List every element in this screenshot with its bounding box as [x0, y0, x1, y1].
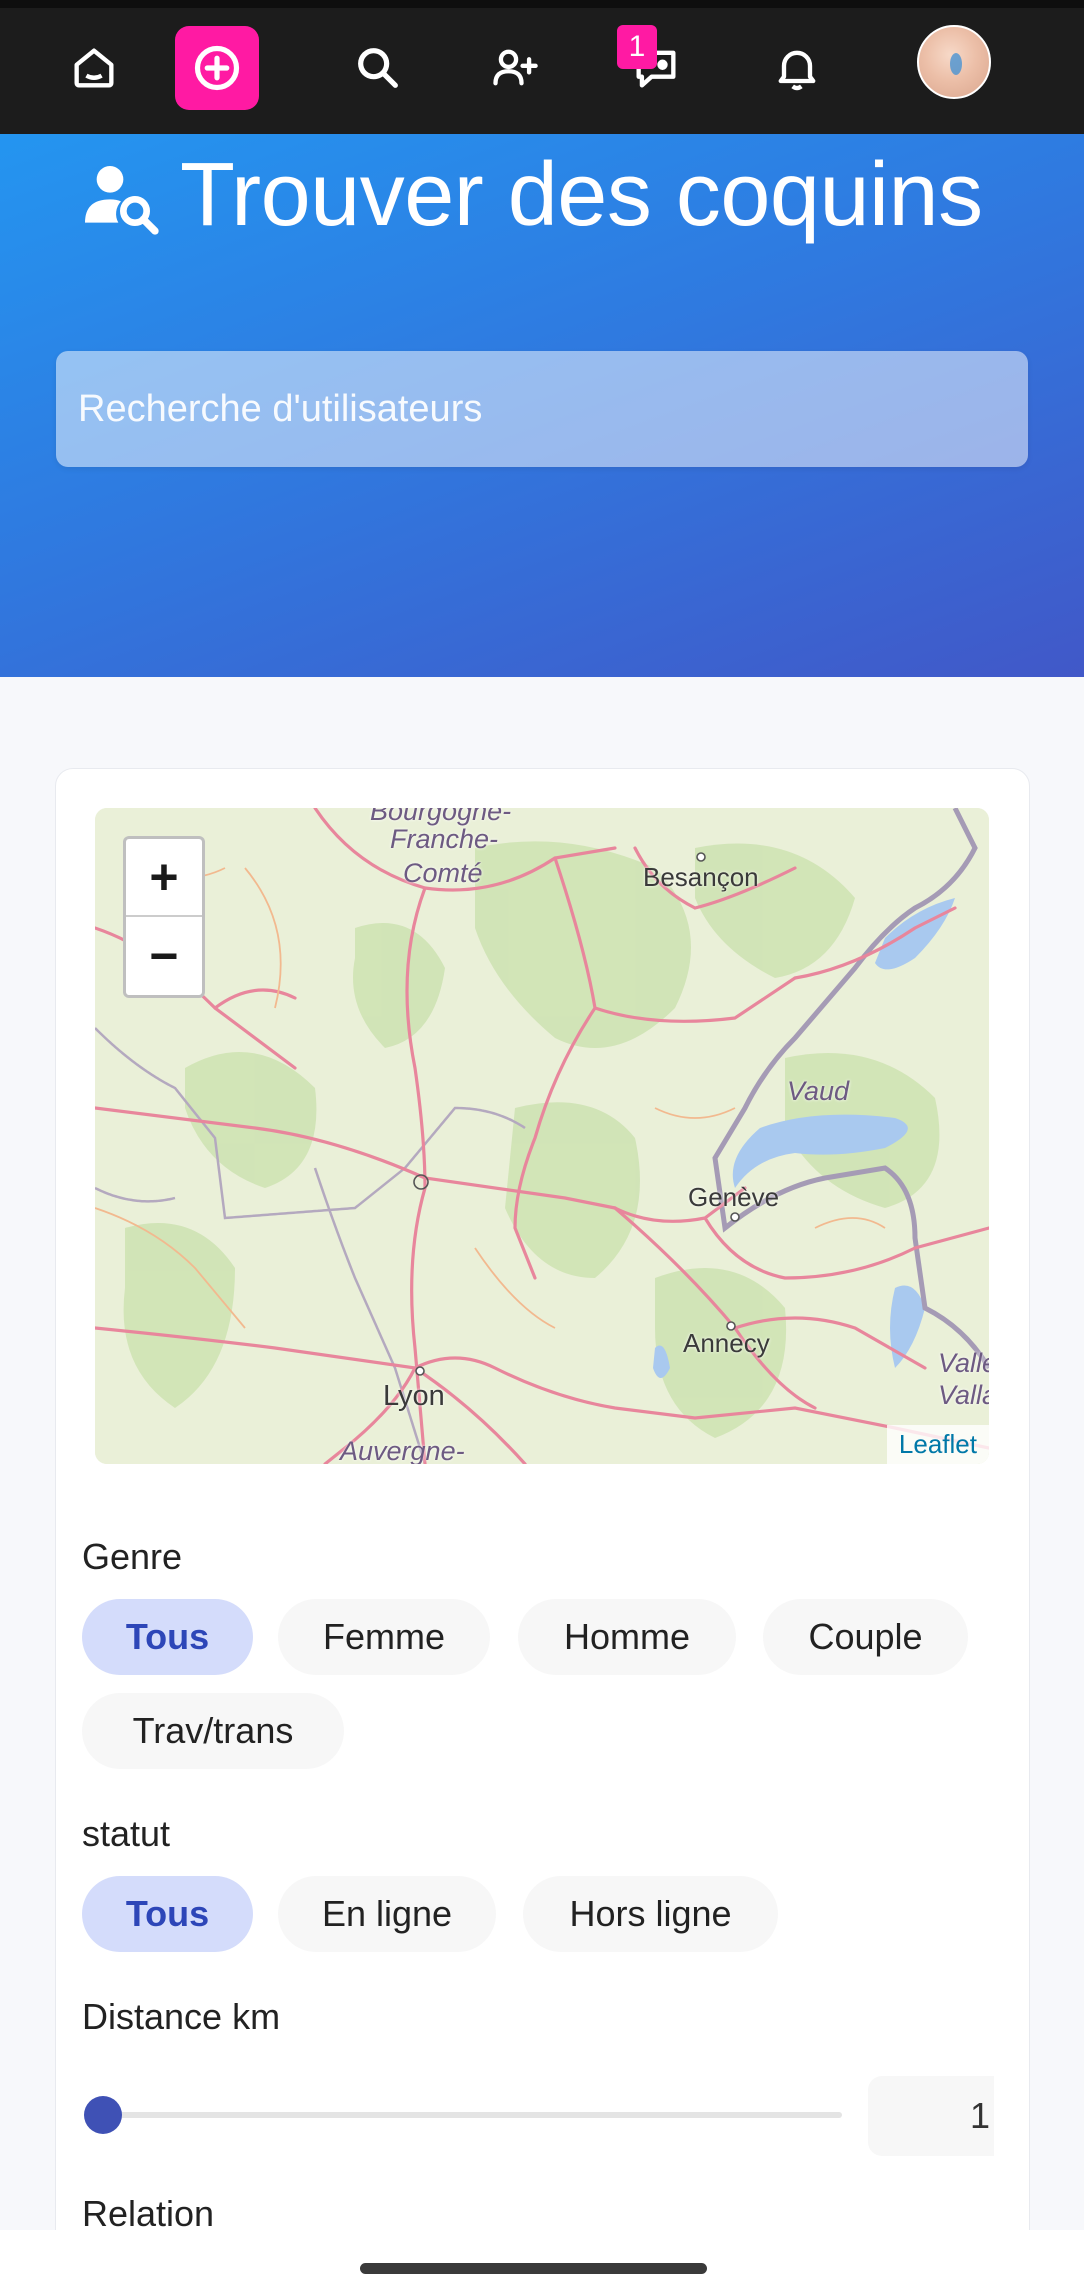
- map-label-comte: Comté: [403, 858, 483, 888]
- map-label-valais-2: Valla: [938, 1380, 989, 1410]
- home-indicator[interactable]: [360, 2263, 707, 2274]
- user-search-input[interactable]: [56, 351, 1028, 467]
- distance-slider-track[interactable]: [104, 2112, 842, 2118]
- map-label-besancon: Besançon: [643, 862, 759, 892]
- user-plus-icon: [493, 49, 538, 86]
- zoom-out-button[interactable]: −: [126, 917, 202, 995]
- genre-chip-trav-trans[interactable]: Trav/trans: [82, 1693, 344, 1769]
- top-nav-bar: 1: [0, 0, 1084, 134]
- zoom-in-button[interactable]: +: [126, 839, 202, 917]
- map-label-vaud: Vaud: [787, 1076, 850, 1106]
- user-avatar[interactable]: [917, 25, 991, 99]
- genre-chip-femme[interactable]: Femme: [278, 1599, 490, 1675]
- user-search-icon: [85, 165, 159, 235]
- search-icon: [358, 48, 398, 88]
- map-label-auvergne: Auvergne-: [340, 1436, 465, 1464]
- nav-notifications-button[interactable]: [755, 26, 839, 110]
- statut-label: statut: [82, 1813, 171, 1854]
- map-attribution-link[interactable]: Leaflet: [886, 1425, 989, 1464]
- map-label-franche: Franche-: [390, 824, 499, 854]
- messages-badge: 1: [617, 25, 657, 69]
- statut-chip-en-ligne[interactable]: En ligne: [278, 1876, 496, 1952]
- status-strip: [0, 0, 1084, 8]
- map-tiles: [95, 808, 989, 1464]
- map-label-annecy: Annecy: [683, 1328, 770, 1358]
- page-title-text: Trouver des coquins: [180, 145, 983, 245]
- distance-slider-thumb[interactable]: [84, 2096, 122, 2134]
- map-label-valais-1: Valle: [938, 1348, 989, 1378]
- genre-chip-tous[interactable]: Tous: [82, 1599, 253, 1675]
- bottom-safe-area: [0, 2230, 1084, 2294]
- distance-value-field[interactable]: 1: [868, 2076, 994, 2156]
- nav-search-button[interactable]: [336, 26, 420, 110]
- map-view[interactable]: Bourgogne- Franche- Comté Besançon Vaud …: [95, 808, 989, 1464]
- nav-home-button[interactable]: [52, 26, 136, 110]
- map-label-lyon: Lyon: [383, 1380, 445, 1412]
- home-icon: [74, 48, 114, 88]
- genre-chip-homme[interactable]: Homme: [518, 1599, 736, 1675]
- plus-circle-icon: [194, 45, 240, 91]
- relation-label: Relation: [82, 2193, 215, 2234]
- hero-banner: Trouver des coquins: [0, 134, 1084, 677]
- distance-label: Distance km: [82, 1996, 281, 2037]
- genre-chip-couple[interactable]: Couple: [763, 1599, 968, 1675]
- genre-label: Genre: [82, 1536, 183, 1577]
- bell-icon: [778, 50, 816, 91]
- statut-chip-hors-ligne[interactable]: Hors ligne: [523, 1876, 778, 1952]
- map-label-geneve: Genève: [688, 1182, 780, 1212]
- nav-add-friend-button[interactable]: [473, 26, 557, 110]
- statut-chip-tous[interactable]: Tous: [82, 1876, 253, 1952]
- map-zoom-control: + −: [123, 836, 205, 998]
- nav-add-button[interactable]: [175, 26, 259, 110]
- page-title: Trouver des coquins: [80, 144, 983, 247]
